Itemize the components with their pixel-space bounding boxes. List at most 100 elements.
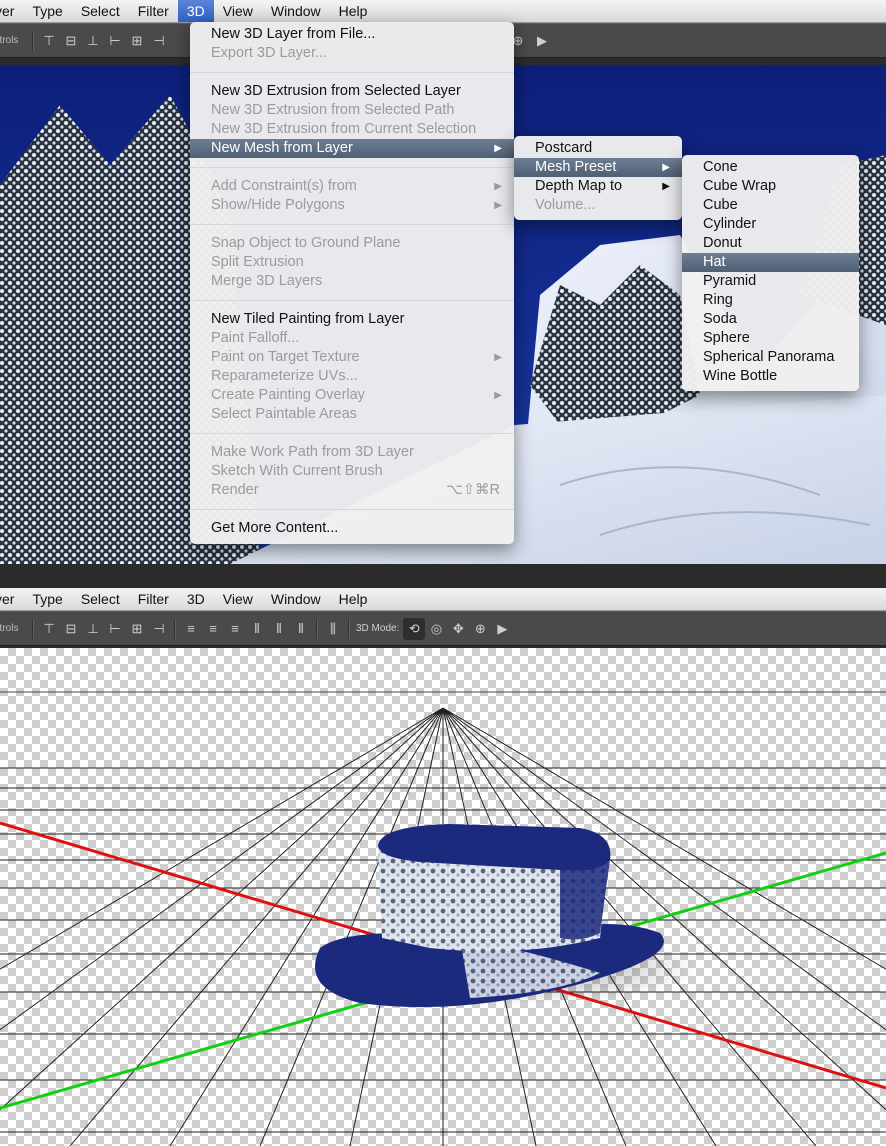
menu-item-donut[interactable]: Donut — [682, 234, 859, 253]
align-top-icon[interactable]: ⊤ — [38, 30, 60, 52]
mesh-preset-submenu: Cone Cube Wrap Cube Cylinder Donut Hat P… — [682, 155, 859, 391]
menu-item-new-3d-extrusion-selected-path: New 3D Extrusion from Selected Path — [211, 102, 455, 118]
align-hcenter-icon[interactable]: ⊞ — [126, 30, 148, 52]
menu-item-make-work-path: Make Work Path from 3D Layer — [211, 444, 414, 460]
menu-item-cylinder[interactable]: Cylinder — [682, 215, 859, 234]
menu-item-new-tiled-painting[interactable]: New Tiled Painting from Layer — [190, 310, 514, 329]
3d-drag-icon[interactable]: ✥ — [447, 618, 469, 640]
submenu-arrow-icon: ▶ — [662, 162, 670, 173]
menu-item-label: Mesh Preset — [535, 159, 617, 175]
menu-layer[interactable]: yer — [0, 0, 23, 22]
menu-view[interactable]: View — [214, 588, 262, 610]
divider — [32, 30, 34, 51]
menu-item-export-3d-layer: Export 3D Layer... — [211, 45, 328, 61]
menu-item-select-paintable-areas: Select Paintable Areas — [211, 406, 357, 422]
align-vcenter-icon[interactable]: ⊟ — [60, 30, 82, 52]
menu-item-hat[interactable]: Hat — [682, 253, 859, 272]
menu-filter[interactable]: Filter — [129, 588, 178, 610]
menu-help[interactable]: Help — [330, 588, 377, 610]
menu-select[interactable]: Select — [72, 588, 129, 610]
menu-divider — [190, 224, 514, 225]
menu-item-ring[interactable]: Ring — [682, 291, 859, 310]
menu-item-cube-wrap[interactable]: Cube Wrap — [682, 177, 859, 196]
menu-item-depth-map-to[interactable]: Depth Map to ▶ — [514, 177, 682, 196]
menu-item-get-more-content[interactable]: Get More Content... — [190, 519, 514, 538]
menu-item-pyramid[interactable]: Pyramid — [682, 272, 859, 291]
menu-item-reparameterize-uvs: Reparameterize UVs... — [211, 368, 358, 384]
menu-help[interactable]: Help — [330, 0, 377, 22]
controls-label: ntrols — [0, 35, 19, 46]
menu-item-label: Create Painting Overlay — [211, 387, 365, 403]
top-menubar: yer Type Select Filter 3D View Window He… — [0, 0, 886, 23]
menu-item-label: Depth Map to — [535, 178, 623, 194]
menu-layer[interactable]: yer — [0, 588, 23, 610]
menu-3d[interactable]: 3D — [178, 588, 214, 610]
3d-camera-icon[interactable]: ▶ — [491, 618, 513, 640]
align-vcenter-icon[interactable]: ⊟ — [60, 618, 82, 640]
submenu-arrow-icon: ▶ — [494, 200, 502, 211]
menu-item-snap-to-ground: Snap Object to Ground Plane — [211, 235, 401, 251]
align-right-icon[interactable]: ⊣ — [148, 618, 170, 640]
menu-window[interactable]: Window — [262, 588, 330, 610]
3d-camera-icon[interactable]: ▶ — [531, 30, 553, 52]
menu-type[interactable]: Type — [23, 0, 71, 22]
menu-item-wine-bottle[interactable]: Wine Bottle — [682, 367, 859, 386]
menu-item-postcard[interactable]: Postcard — [514, 139, 682, 158]
align-right-icon[interactable]: ⊣ — [148, 30, 170, 52]
menu-item-label: Render — [211, 482, 259, 498]
menu-item-volume: Volume... — [535, 197, 596, 213]
3d-mode-label: 3D Mode: — [356, 623, 400, 634]
menu-item-add-constraints: Add Constraint(s) from ▶ — [190, 177, 514, 196]
menu-select[interactable]: Select — [72, 0, 129, 22]
menu-item-paint-on-target-texture: Paint on Target Texture ▶ — [190, 348, 514, 367]
distribute-right-icon[interactable]: ⦀ — [290, 618, 312, 640]
3d-slide-icon[interactable]: ⊕ — [469, 618, 491, 640]
new-mesh-submenu: Postcard Mesh Preset ▶ Depth Map to ▶ Vo… — [514, 136, 682, 220]
divider — [174, 618, 176, 639]
3d-menu: New 3D Layer from File... Export 3D Laye… — [190, 22, 514, 544]
menu-item-show-hide-polygons: Show/Hide Polygons ▶ — [190, 196, 514, 215]
distribute-hcenter-icon[interactable]: ⦀ — [268, 618, 290, 640]
3d-roll-icon[interactable]: ◎ — [425, 618, 447, 640]
distribute-bottom-icon[interactable]: ≡ — [224, 618, 246, 640]
distribute-top-icon[interactable]: ≡ — [180, 618, 202, 640]
menu-item-label: Add Constraint(s) from — [211, 178, 357, 194]
align-left-icon[interactable]: ⊢ — [104, 618, 126, 640]
menu-item-cube[interactable]: Cube — [682, 196, 859, 215]
menu-filter[interactable]: Filter — [129, 0, 178, 22]
3d-viewport[interactable] — [0, 648, 886, 1146]
distribute-vcenter-icon[interactable]: ≡ — [202, 618, 224, 640]
menu-type[interactable]: Type — [23, 588, 71, 610]
submenu-arrow-icon: ▶ — [494, 390, 502, 401]
auto-align-icon[interactable]: ⫼ — [322, 618, 344, 640]
menu-item-render: Render ⌥⇧⌘R — [190, 481, 514, 500]
menu-item-mesh-preset[interactable]: Mesh Preset ▶ — [514, 158, 682, 177]
menu-item-create-painting-overlay: Create Painting Overlay ▶ — [190, 386, 514, 405]
submenu-arrow-icon: ▶ — [662, 181, 670, 192]
menu-item-cone[interactable]: Cone — [682, 158, 859, 177]
menu-item-spherical-panorama[interactable]: Spherical Panorama — [682, 348, 859, 367]
menu-item-sphere[interactable]: Sphere — [682, 329, 859, 348]
align-hcenter-icon[interactable]: ⊞ — [126, 618, 148, 640]
3d-rotate-icon[interactable]: ⟲ — [403, 617, 426, 640]
align-top-icon[interactable]: ⊤ — [38, 618, 60, 640]
divider — [32, 618, 34, 639]
menu-divider — [190, 72, 514, 73]
menu-view[interactable]: View — [214, 0, 262, 22]
align-left-icon[interactable]: ⊢ — [104, 30, 126, 52]
menu-item-new-3d-layer-from-file[interactable]: New 3D Layer from File... — [190, 25, 514, 44]
align-bottom-icon[interactable]: ⊥ — [82, 618, 104, 640]
menu-item-soda[interactable]: Soda — [682, 310, 859, 329]
shortcut-label: ⌥⇧⌘R — [446, 482, 500, 498]
menu-divider — [190, 433, 514, 434]
controls-label: ntrols — [0, 623, 19, 634]
menu-item-new-mesh-from-layer[interactable]: New Mesh from Layer ▶ — [190, 139, 514, 158]
distribute-left-icon[interactable]: ⦀ — [246, 618, 268, 640]
menu-item-new-3d-extrusion-selected-layer[interactable]: New 3D Extrusion from Selected Layer — [190, 82, 514, 101]
menu-window[interactable]: Window — [262, 0, 330, 22]
submenu-arrow-icon: ▶ — [494, 181, 502, 192]
divider — [316, 618, 318, 639]
menu-3d[interactable]: 3D — [177, 0, 214, 22]
align-bottom-icon[interactable]: ⊥ — [82, 30, 104, 52]
menu-divider — [190, 167, 514, 168]
